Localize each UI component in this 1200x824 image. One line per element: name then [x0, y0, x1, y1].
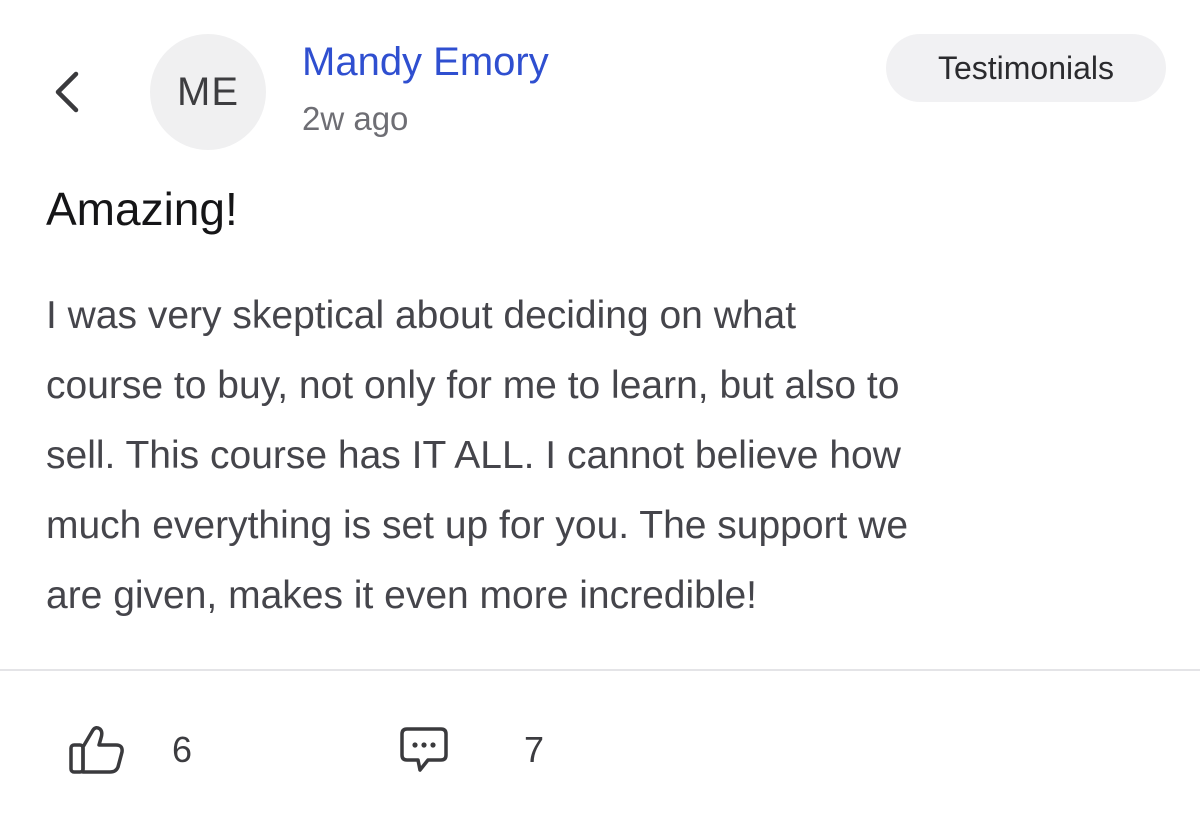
post-body-line: course to buy, not only for me to learn,…	[46, 364, 900, 407]
like-button[interactable]: 6	[68, 722, 192, 778]
avatar[interactable]: ME	[150, 34, 266, 150]
author-name[interactable]: Mandy Emory	[302, 40, 549, 85]
divider	[0, 669, 1200, 671]
post-body-line: are given, makes it even more incredible…	[46, 574, 758, 617]
post-timestamp: 2w ago	[302, 100, 409, 137]
like-count: 6	[172, 729, 193, 770]
comment-icon	[398, 725, 450, 775]
post-body-line: I was very skeptical about deciding on w…	[46, 294, 797, 337]
post-body-line: sell. This course has IT ALL. I cannot b…	[46, 434, 901, 477]
post-body: I was very skeptical about deciding on w…	[46, 281, 1166, 631]
avatar-initials: ME	[177, 69, 239, 114]
post-body-line: much everything is set up for you. The s…	[46, 504, 909, 547]
post-detail-page: ME Mandy Emory 2w ago Testimonials Amazi…	[0, 0, 1200, 824]
chevron-left-icon	[53, 70, 81, 114]
comment-button[interactable]: 7	[398, 722, 544, 778]
post-title: Amazing!	[46, 183, 238, 235]
back-button[interactable]	[44, 60, 90, 124]
category-label: Testimonials	[937, 49, 1115, 86]
comment-count: 7	[524, 729, 545, 770]
category-chip[interactable]: Testimonials	[886, 34, 1166, 102]
thumbs-up-icon	[68, 725, 126, 775]
